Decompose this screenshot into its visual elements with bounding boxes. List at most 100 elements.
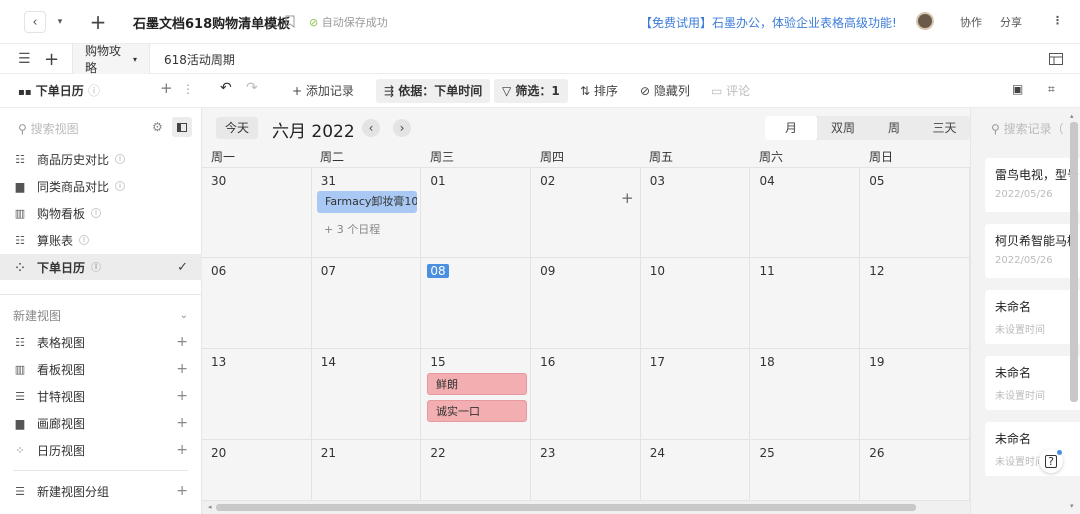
mode-biweek[interactable]: 双周	[817, 116, 869, 140]
new-view-3[interactable]: ▆ 画廊视图 +	[0, 410, 202, 436]
scroll-up-icon[interactable]: ▴	[1070, 112, 1074, 120]
collapse-sidebar-icon[interactable]	[172, 117, 192, 137]
today-button[interactable]: 今天	[216, 117, 258, 139]
share-button[interactable]: 分享	[1000, 14, 1022, 30]
tab-label: 618活动周期	[164, 52, 235, 67]
day-cell[interactable]: 14	[311, 349, 422, 440]
sidebar-view-label: 下单日历	[37, 260, 86, 275]
day-cell[interactable]: 17	[640, 349, 751, 440]
record-card[interactable]: 雷鸟电视，型号 2022/05/26	[985, 158, 1080, 212]
add-event-icon[interactable]: +	[621, 189, 634, 207]
vertical-scrollbar[interactable]: ▴ ▾	[1069, 112, 1079, 512]
collab-button[interactable]: 协作	[960, 14, 982, 30]
day-cell[interactable]: 04	[750, 168, 861, 258]
record-card[interactable]: 柯贝希智能马桶 2022/05/26	[985, 224, 1080, 278]
day-cell[interactable]: 02	[531, 168, 641, 258]
new-file-button[interactable]: +	[86, 10, 110, 34]
sidebar-view-2[interactable]: ▥ 购物看板 i	[0, 200, 202, 226]
day-cell[interactable]: 19	[860, 349, 970, 440]
day-cell[interactable]: 11	[750, 258, 861, 349]
day-cell[interactable]: 24	[640, 440, 751, 501]
day-cell[interactable]: 08	[421, 258, 532, 349]
scroll-left-icon[interactable]: ◂	[208, 503, 212, 511]
sidebar-view-1[interactable]: ▆ 同类商品对比 i	[0, 173, 202, 199]
day-cell[interactable]: 26	[860, 440, 970, 501]
table-layout-icon[interactable]	[1049, 53, 1063, 65]
sort-button[interactable]: ⇅ 排序	[580, 82, 618, 99]
document-title[interactable]: 石墨文档618购物清单模板	[133, 13, 290, 32]
plus-icon: +	[176, 442, 188, 458]
event-chip[interactable]: 诚实一口	[427, 400, 527, 422]
day-cell[interactable]: 03	[640, 168, 751, 258]
view-search[interactable]: ⚲ 搜索视图	[18, 120, 79, 137]
prev-month-button[interactable]: ‹	[362, 119, 380, 137]
new-view-header[interactable]: 新建视图 ⌄	[0, 302, 202, 328]
add-record-button[interactable]: + 添加记录	[292, 82, 354, 99]
mode-month[interactable]: 月	[765, 116, 817, 140]
fullscreen-icon[interactable]: ⌗	[1048, 82, 1055, 97]
redo-icon[interactable]: ↷	[246, 80, 258, 96]
view-options-icon[interactable]: ⋮	[182, 82, 194, 96]
new-view-2[interactable]: ☰ 甘特视图 +	[0, 383, 202, 409]
day-cell[interactable]: 21	[311, 440, 422, 501]
mode-week[interactable]: 周	[869, 116, 919, 140]
next-month-button[interactable]: ›	[393, 119, 411, 137]
group-by-button[interactable]: ⇶ 依据：下单时间	[376, 79, 491, 103]
day-cell[interactable]: 31	[311, 168, 422, 258]
horizontal-scrollbar[interactable]: ◂	[202, 501, 970, 514]
day-cell[interactable]: 22	[421, 440, 532, 501]
day-cell[interactable]: 23	[531, 440, 641, 501]
comment-button[interactable]: ▭ 评论	[711, 82, 750, 99]
help-button[interactable]: ?	[1039, 449, 1063, 473]
scrollbar-thumb[interactable]	[1070, 122, 1078, 402]
day-cell[interactable]: 30	[202, 168, 312, 258]
bookmark-icon[interactable]	[285, 15, 295, 28]
sidebar-view-0[interactable]: ☷ 商品历史对比 i	[0, 146, 202, 172]
sidebar-view-4[interactable]: ⁘ 下单日历 i ✓	[0, 254, 202, 280]
new-view-group[interactable]: ☰ 新建视图分组 +	[0, 478, 202, 504]
new-view-0[interactable]: ☷ 表格视图 +	[0, 329, 202, 355]
event-chip[interactable]: Farmacy卸妆膏100ml	[317, 191, 417, 213]
day-cell[interactable]: 13	[202, 349, 312, 440]
mode-three-day[interactable]: 三天	[919, 116, 970, 140]
record-title: 雷鸟电视，型号	[995, 168, 1080, 182]
new-view-1[interactable]: ▥ 看板视图 +	[0, 356, 202, 382]
day-cell[interactable]: 07	[311, 258, 422, 349]
day-cell[interactable]: 25	[750, 440, 861, 501]
tab-sheet-1[interactable]: 618活动周期	[152, 44, 247, 74]
hide-columns-button[interactable]: ⊘ 隐藏列	[640, 82, 690, 99]
more-events-link[interactable]: + 3 个日程	[324, 221, 380, 237]
scroll-down-icon[interactable]: ▾	[1070, 502, 1074, 510]
add-view-icon[interactable]: +	[160, 79, 173, 97]
day-cell[interactable]: 05	[860, 168, 970, 258]
record-card[interactable]: 未命名 未设置时间	[985, 422, 1080, 476]
record-card[interactable]: 未命名 未设置时间	[985, 356, 1080, 410]
back-button[interactable]: ‹	[24, 11, 46, 33]
day-cell[interactable]: 06	[202, 258, 312, 349]
mode-switcher: 月 双周 周 三天	[765, 116, 970, 140]
day-cell[interactable]: 09	[531, 258, 641, 349]
avatar[interactable]	[916, 12, 934, 30]
tab-sheet-0[interactable]: 购物攻略 ▾	[72, 44, 150, 75]
event-chip[interactable]: 鲜朗	[427, 373, 527, 395]
record-card[interactable]: 未命名 未设置时间	[985, 290, 1080, 344]
new-view-4[interactable]: ⁘ 日历视图 +	[0, 437, 202, 463]
scrollbar-thumb[interactable]	[216, 504, 916, 511]
promo-link[interactable]: 【免费试用】石墨办公，体验企业表格高级功能!	[640, 14, 897, 31]
sidebar-view-3[interactable]: ☷ 算账表 i	[0, 227, 202, 253]
day-cell[interactable]: 20	[202, 440, 312, 501]
more-menu-icon[interactable]: ⋮	[1052, 14, 1063, 27]
current-view[interactable]: ▪▪ 下单日历 ⓘ	[18, 82, 100, 99]
save-icon[interactable]: ▣	[1012, 82, 1023, 96]
day-cell[interactable]: 10	[640, 258, 751, 349]
undo-icon[interactable]: ↶	[220, 80, 232, 96]
day-cell[interactable]: 18	[750, 349, 861, 440]
settings-icon[interactable]: ⚙	[152, 120, 163, 134]
record-search[interactable]: ⚲ 搜索记录（	[991, 120, 1064, 137]
history-dropdown[interactable]: ▾	[50, 11, 70, 33]
day-cell[interactable]: 16	[531, 349, 641, 440]
day-cell[interactable]: 12	[860, 258, 970, 349]
day-cell[interactable]: 01	[421, 168, 532, 258]
filter-button[interactable]: ▽ 筛选：1	[494, 79, 568, 103]
add-sheet-icon[interactable]: +	[32, 44, 71, 74]
